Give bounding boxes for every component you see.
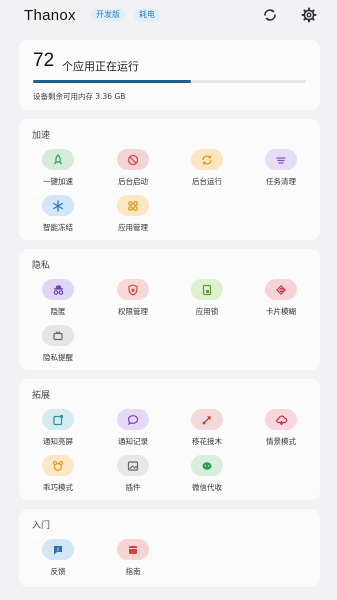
tile-redirect[interactable]: 移花接木 — [175, 409, 239, 453]
tile-label: 反馈 — [50, 567, 66, 576]
tile-label: 应用锁 — [195, 307, 219, 316]
tile-card-blur[interactable]: 卡片模糊 — [249, 279, 313, 323]
tile-incognito[interactable]: 隐匿 — [26, 279, 90, 323]
app-title: Thanox — [24, 7, 76, 24]
tile-label: 后台启动 — [118, 177, 148, 186]
tile-label: 情景模式 — [266, 437, 296, 446]
tile-label: 一键加速 — [43, 177, 73, 186]
tile-label: 指南 — [125, 567, 141, 576]
bear-icon — [42, 455, 74, 476]
settings-gear-icon[interactable] — [301, 7, 317, 23]
tile-label: 通知亮屏 — [43, 437, 73, 446]
tile-permission-manage[interactable]: 权限管理 — [101, 279, 165, 323]
tile-smart-freeze[interactable]: 智能冻结 — [26, 195, 90, 239]
broom-icon — [265, 149, 297, 170]
tile-label: 移花接木 — [192, 437, 222, 446]
rocket-icon — [42, 149, 74, 170]
sync-icon — [191, 149, 223, 170]
memory-progress-fill — [33, 80, 192, 83]
notification-screen-icon — [42, 409, 74, 430]
apps-grid-icon — [117, 195, 149, 216]
app-header: Thanox 开发版 耗电 — [0, 0, 337, 32]
memory-card[interactable]: 72 个应用正在运行 设备剩余可用内存 3.36 GB — [19, 40, 320, 110]
block-icon — [117, 149, 149, 170]
section-speed: 加速 一键加速 后台启动 后台运行 任务清理 智能冻结 应用管理 — [19, 119, 320, 240]
tile-app-lock[interactable]: 应用锁 — [175, 279, 239, 323]
tile-guide[interactable]: 指南 — [101, 539, 165, 583]
tile-privacy-alert[interactable]: 隐私提醒 — [26, 325, 90, 369]
blur-card-icon — [265, 279, 297, 300]
power-badge: 耗电 — [134, 8, 160, 22]
tile-label: 微信代收 — [192, 483, 222, 492]
tile-notification-record[interactable]: 通知记录 — [101, 409, 165, 453]
alert-icon — [42, 325, 74, 346]
section-start: 入门 反馈 指南 — [19, 509, 320, 587]
section-privacy: 隐私 隐匿 权限管理 应用锁 卡片模糊 隐私提醒 — [19, 249, 320, 370]
free-memory-text: 设备剩余可用内存 3.36 GB — [33, 92, 126, 101]
tile-label: 后台运行 — [192, 177, 222, 186]
tile-task-clean[interactable]: 任务清理 — [249, 149, 313, 193]
tile-label: 权限管理 — [118, 307, 148, 316]
tile-label: 应用管理 — [118, 223, 148, 232]
tile-feedback[interactable]: 反馈 — [26, 539, 90, 583]
tile-label: 隐私提醒 — [43, 353, 73, 362]
section-extend: 拓展 通知亮屏 通知记录 移花接木 情景模式 乖巧模式 插件 微信代收 — [19, 379, 320, 500]
incognito-icon — [42, 279, 74, 300]
tile-label: 智能冻结 — [43, 223, 73, 232]
tile-background-start[interactable]: 后台启动 — [101, 149, 165, 193]
tile-label: 插件 — [125, 483, 141, 492]
tile-notification-wake[interactable]: 通知亮屏 — [26, 409, 90, 453]
section-title: 入门 — [32, 521, 51, 531]
tile-label: 隐匿 — [50, 307, 66, 316]
tile-scene-mode[interactable]: 情景模式 — [249, 409, 313, 453]
route-icon — [191, 409, 223, 430]
wechat-icon — [191, 455, 223, 476]
tile-app-manage[interactable]: 应用管理 — [101, 195, 165, 239]
tile-label: 通知记录 — [118, 437, 148, 446]
tile-label: 任务清理 — [266, 177, 296, 186]
tile-background-run[interactable]: 后台运行 — [175, 149, 239, 193]
memory-progress-bar — [33, 80, 306, 83]
book-icon — [117, 539, 149, 560]
cloud-sync-icon — [265, 409, 297, 430]
tile-obedient-mode[interactable]: 乖巧模式 — [26, 455, 90, 499]
section-title: 拓展 — [32, 391, 51, 401]
image-plugin-icon — [117, 455, 149, 476]
running-app-label: 个应用正在运行 — [62, 60, 139, 73]
dev-badge: 开发版 — [91, 8, 125, 22]
tile-label: 乖巧模式 — [43, 483, 73, 492]
chat-bubble-icon — [117, 409, 149, 430]
tile-one-key-boost[interactable]: 一键加速 — [26, 149, 90, 193]
lock-icon — [191, 279, 223, 300]
tile-plugins[interactable]: 插件 — [101, 455, 165, 499]
feedback-icon — [42, 539, 74, 560]
shield-icon — [117, 279, 149, 300]
refresh-icon[interactable] — [262, 7, 278, 23]
section-title: 加速 — [32, 131, 51, 141]
snowflake-icon — [42, 195, 74, 216]
section-title: 隐私 — [32, 261, 51, 271]
running-app-count: 72 — [33, 50, 55, 71]
tile-label: 卡片模糊 — [266, 307, 296, 316]
tile-wechat-receive[interactable]: 微信代收 — [175, 455, 239, 499]
